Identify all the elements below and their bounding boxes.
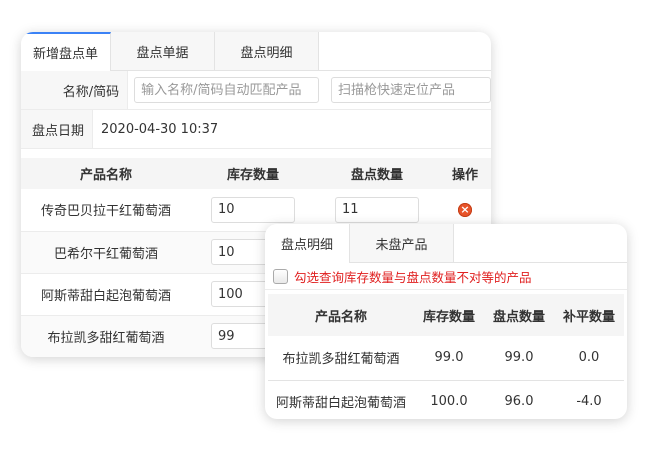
name-search-row: 名称/简码 [21,71,491,110]
col-product-name: 产品名称 [268,294,414,336]
product-name: 布拉凯多甜红葡萄酒 [47,330,165,346]
scan-input[interactable] [331,77,491,103]
col-stock: 库存数量 [191,158,315,189]
table-header: 产品名称 库存数量 盘点数量 操作 [21,158,491,189]
close-circle-icon[interactable]: × [458,202,472,217]
date-row: 盘点日期 2020-04-30 10:37 [21,110,491,149]
product-name: 传奇巴贝拉干红葡萄酒 [40,204,171,220]
col-product-name: 产品名称 [21,158,191,189]
filter-checkbox[interactable] [273,268,288,284]
count-input[interactable] [335,196,419,223]
count-detail-popup: 盘点明细 未盘产品 勾选查询库存数量与盘点数量不对等的产品 产品名称 库存数量 … [265,224,627,419]
date-label: 盘点日期 [21,110,93,148]
tab-count-docs[interactable]: 盘点单据 [111,32,215,70]
adjust-value: -4.0 [576,393,602,409]
filter-label[interactable]: 勾选查询库存数量与盘点数量不对等的产品 [294,267,532,286]
count-value: 99.0 [504,350,534,366]
date-value[interactable]: 2020-04-30 10:37 [93,122,218,137]
product-name: 布拉凯多甜红葡萄酒 [282,352,400,368]
col-count: 盘点数量 [315,158,439,189]
col-adjust: 补平数量 [554,294,624,336]
col-count: 盘点数量 [484,294,554,336]
product-name: 阿斯蒂甜白起泡葡萄酒 [40,288,171,304]
main-tabs: 新增盘点单 盘点单据 盘点明细 [21,32,491,71]
tab-new-count[interactable]: 新增盘点单 [21,32,111,71]
tab-count-details[interactable]: 盘点明细 [215,32,319,70]
tab-count-detail[interactable]: 盘点明细 [265,224,350,263]
name-search-input[interactable] [134,77,319,103]
table-row: 阿斯蒂甜白起泡葡萄酒 100.0 96.0 -4.0 [268,380,624,419]
name-label: 名称/简码 [21,71,129,109]
detail-table: 产品名称 库存数量 盘点数量 补平数量 布拉凯多甜红葡萄酒 99.0 99.0 … [268,294,624,419]
detail-header: 产品名称 库存数量 盘点数量 补平数量 [268,294,624,336]
col-action: 操作 [439,158,491,189]
stock-value: 100.0 [430,393,468,409]
filter-row: 勾选查询库存数量与盘点数量不对等的产品 [265,263,627,290]
col-stock: 库存数量 [414,294,484,336]
tab-uncounted[interactable]: 未盘产品 [350,224,454,262]
popup-tabs: 盘点明细 未盘产品 [265,224,627,263]
adjust-value: 0.0 [578,350,600,366]
stock-input[interactable] [211,196,295,223]
count-value: 96.0 [504,393,534,409]
product-name: 阿斯蒂甜白起泡葡萄酒 [275,395,406,411]
stock-value: 99.0 [434,350,464,366]
product-name: 巴希尔干红葡萄酒 [53,246,158,262]
table-row: 布拉凯多甜红葡萄酒 99.0 99.0 0.0 [268,336,624,380]
